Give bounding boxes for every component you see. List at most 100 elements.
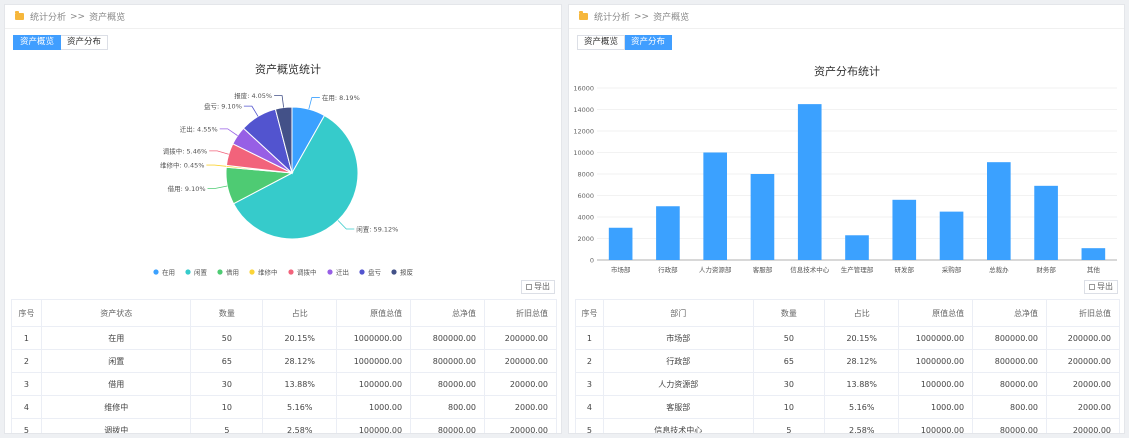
table-cell: 28.12%	[824, 349, 900, 373]
table-row[interactable]: 4 维修中 10 5.16% 1000.00 800.00 2000.00	[11, 395, 557, 419]
bar[interactable]	[608, 227, 633, 260]
table-row[interactable]: 5 信息技术中心 5 2.58% 100000.00 80000.00 20000.00	[575, 418, 1120, 433]
legend-item[interactable]: 维修中	[258, 268, 278, 277]
tab-asset-overview[interactable]: 资产概览	[13, 35, 62, 50]
table-cell: 1000000.00	[898, 349, 974, 373]
column-header[interactable]: 折旧总值	[484, 299, 557, 327]
slice-label: 借用: 9.10%	[168, 184, 206, 193]
table-cell: 3	[575, 372, 604, 396]
legend-marker[interactable]	[359, 269, 365, 275]
table-cell: 调拨中	[40, 418, 192, 433]
tab-asset-distribution[interactable]: 资产分布	[61, 35, 109, 50]
table-row[interactable]: 3 借用 30 13.88% 100000.00 80000.00 20000.00	[11, 372, 557, 396]
label-line	[274, 95, 285, 108]
x-tick-label: 市场部	[611, 265, 631, 274]
export-button[interactable]: 导出	[521, 280, 555, 294]
legend-marker[interactable]	[217, 269, 223, 275]
legend-item[interactable]: 借用	[226, 268, 239, 277]
download-icon	[1089, 284, 1095, 290]
x-tick-label: 信息技术中心	[790, 265, 830, 274]
label-line	[207, 185, 228, 189]
bar[interactable]	[987, 162, 1011, 260]
bar[interactable]	[845, 235, 869, 260]
bar[interactable]	[656, 206, 680, 260]
y-tick-label: 16000	[573, 85, 594, 93]
bar[interactable]	[703, 152, 727, 261]
bar[interactable]	[939, 211, 964, 260]
tab-asset-distribution[interactable]: 资产分布	[625, 35, 673, 50]
x-tick-label: 采购部	[942, 265, 962, 274]
column-header[interactable]: 占比	[262, 299, 338, 327]
table-cell: 2.58%	[262, 418, 338, 433]
breadcrumb-part2: 资产概览	[89, 13, 126, 23]
label-line	[308, 97, 320, 110]
legend-item[interactable]: 闲置	[194, 268, 208, 277]
table-row[interactable]: 5 调拨中 5 2.58% 100000.00 80000.00 20000.00	[11, 418, 557, 433]
table-cell: 65	[752, 349, 826, 373]
table-row[interactable]: 2 闲置 65 28.12% 1000000.00 800000.00 200000.00	[11, 349, 557, 373]
column-header[interactable]: 数量	[752, 299, 826, 327]
breadcrumb-separator: >>	[70, 11, 86, 22]
y-tick-label: 2000	[577, 235, 594, 243]
table-row[interactable]: 3 人力资源部 30 13.88% 100000.00 80000.00 20000.00	[575, 372, 1120, 396]
column-header[interactable]: 序号	[575, 299, 604, 327]
legend-item[interactable]: 盘亏	[368, 268, 382, 277]
download-icon	[526, 284, 532, 290]
bar[interactable]	[892, 199, 917, 260]
table-cell: 100000.00	[336, 418, 412, 433]
table-cell: 800000.00	[972, 349, 1048, 373]
tab-asset-overview[interactable]: 资产概览	[577, 35, 626, 50]
table-row[interactable]: 4 客服部 10 5.16% 1000.00 800.00 2000.00	[575, 395, 1120, 419]
slice-label: 报废: 4.05%	[234, 91, 272, 100]
table-cell: 50	[190, 326, 264, 350]
left-panel: 统计分析 >> 资产概览 资产概览 资产分布 资产概览统计 在用: 8.19% 闲置…	[4, 4, 562, 434]
table-row[interactable]: 1 市场部 50 20.15% 1000000.00 800000.00 200000.00	[575, 326, 1120, 350]
table-cell: 1000000.00	[898, 326, 974, 350]
column-header[interactable]: 总净值	[410, 299, 485, 327]
table-cell: 5	[190, 418, 264, 433]
breadcrumb-part1[interactable]: 统计分析	[594, 10, 630, 23]
table-cell: 20000.00	[1046, 372, 1120, 396]
column-header[interactable]: 部门	[602, 299, 754, 327]
breadcrumb-part1[interactable]: 统计分析	[30, 10, 66, 23]
legend-marker[interactable]	[185, 269, 191, 275]
x-tick-label: 其他	[1087, 265, 1101, 274]
table-cell: 2000.00	[484, 395, 557, 419]
column-header[interactable]: 占比	[824, 299, 900, 327]
folder-icon	[579, 11, 588, 20]
legend-marker[interactable]	[249, 269, 255, 275]
table-row[interactable]: 2 行政部 65 28.12% 1000000.00 800000.00 200000.00	[575, 349, 1120, 373]
table-cell: 1000000.00	[336, 326, 412, 350]
column-header[interactable]: 总净值	[972, 299, 1048, 327]
legend-item[interactable]: 迁出	[336, 268, 349, 277]
table-cell: 20000.00	[484, 372, 557, 396]
legend-marker[interactable]	[391, 269, 397, 275]
legend-item[interactable]: 报废	[400, 268, 414, 277]
table-header-row: 序号 部门 数量 占比 原值总值 总净值 折旧总值	[575, 299, 1120, 327]
export-button[interactable]: 导出	[1084, 280, 1118, 294]
bar[interactable]	[1081, 248, 1106, 260]
legend-marker[interactable]	[288, 269, 294, 275]
column-header[interactable]: 序号	[11, 299, 42, 327]
table-cell: 30	[752, 372, 826, 396]
column-header[interactable]: 数量	[190, 299, 264, 327]
column-header[interactable]: 原值总值	[336, 299, 412, 327]
bar[interactable]	[1034, 185, 1058, 260]
table-row[interactable]: 1 在用 50 20.15% 1000000.00 800000.00 200000.00	[11, 326, 557, 350]
legend-marker[interactable]	[153, 269, 159, 275]
table-cell: 20.15%	[824, 326, 900, 350]
bar[interactable]	[797, 104, 822, 260]
legend-item[interactable]: 在用	[162, 268, 175, 277]
view-tabs: 资产概览 资产分布	[13, 35, 109, 50]
column-header[interactable]: 资产状态	[40, 299, 192, 327]
bar-chart: 资产分布统计 0 2000 4000 6000 8000 10000 12000 14000 16…	[573, 64, 1117, 274]
legend-marker[interactable]	[327, 269, 333, 275]
column-header[interactable]: 原值总值	[898, 299, 974, 327]
label-line	[219, 128, 238, 136]
column-header[interactable]: 折旧总值	[1046, 299, 1120, 327]
bar[interactable]	[750, 174, 775, 260]
table-cell: 5.16%	[262, 395, 338, 419]
label-line	[209, 150, 229, 155]
pie-chart: 资产概览统计在用: 8.19% 闲置: 59.12% 借用: 9.10% 维修中: 0…	[153, 62, 414, 277]
legend-item[interactable]: 调拨中	[297, 268, 317, 277]
